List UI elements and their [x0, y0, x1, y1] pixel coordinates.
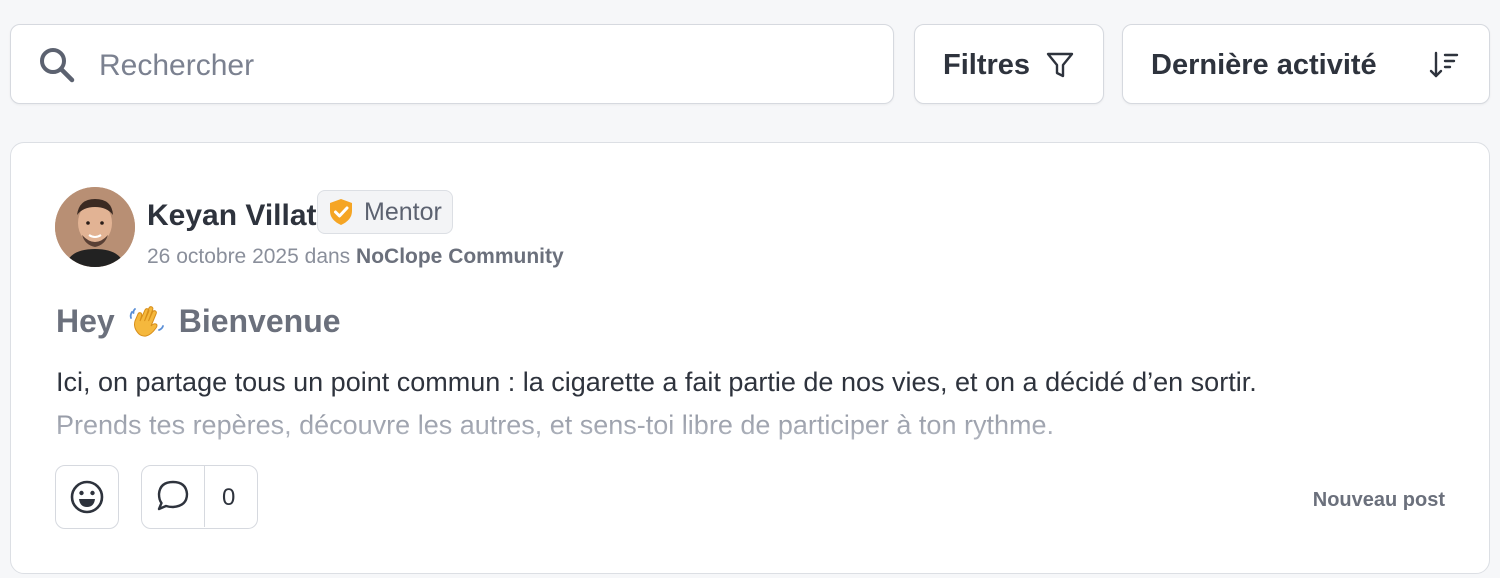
comments-group: 0: [141, 465, 258, 529]
add-reaction-button[interactable]: [55, 465, 119, 529]
post-title[interactable]: Hey Bienvenue: [56, 303, 341, 340]
sort-descending-icon: [1429, 51, 1459, 78]
shield-check-icon: [330, 199, 352, 225]
waving-hand-icon: [129, 305, 164, 337]
role-badge: Mentor: [317, 190, 453, 234]
in-word: dans: [304, 245, 351, 268]
filter-funnel-icon: [1046, 52, 1074, 78]
post-excerpt: Ici, on partage tous un point commun : l…: [56, 361, 1456, 447]
comment-icon: [157, 480, 189, 511]
new-post-label: Nouveau post: [1312, 489, 1445, 511]
search-input[interactable]: [97, 43, 861, 89]
smile-icon: [70, 480, 104, 514]
avatar[interactable]: [55, 187, 135, 267]
search-icon: [40, 48, 75, 83]
post-date: 26 octobre 2025: [147, 245, 299, 268]
post-meta: 26 octobre 2025 dans NoClope Community: [147, 245, 564, 269]
comment-button[interactable]: [142, 466, 205, 527]
comment-count: 0: [222, 484, 236, 511]
author-name[interactable]: Keyan Villat: [147, 199, 317, 233]
excerpt-line-1: Ici, on partage tous un point commun : l…: [56, 367, 1257, 397]
avatar-photo: [55, 187, 135, 267]
post-title-end: Bienvenue: [178, 303, 341, 339]
badge-label: Mentor: [364, 197, 442, 226]
excerpt-line-2: Prends tes repères, découvre les autres,…: [56, 404, 1456, 447]
toolbar: Filtres Dernière activité: [10, 24, 1490, 106]
post-card[interactable]: Keyan Villat Mentor 26 octobre 2025 dans…: [10, 142, 1490, 574]
search-box[interactable]: [10, 24, 894, 104]
sort-label: Dernière activité: [1151, 49, 1377, 81]
sort-button[interactable]: Dernière activité: [1122, 24, 1490, 104]
post-title-start: Hey: [56, 303, 115, 339]
filters-button[interactable]: Filtres: [914, 24, 1104, 104]
community-link[interactable]: NoClope Community: [356, 245, 564, 268]
filters-label: Filtres: [943, 49, 1031, 81]
